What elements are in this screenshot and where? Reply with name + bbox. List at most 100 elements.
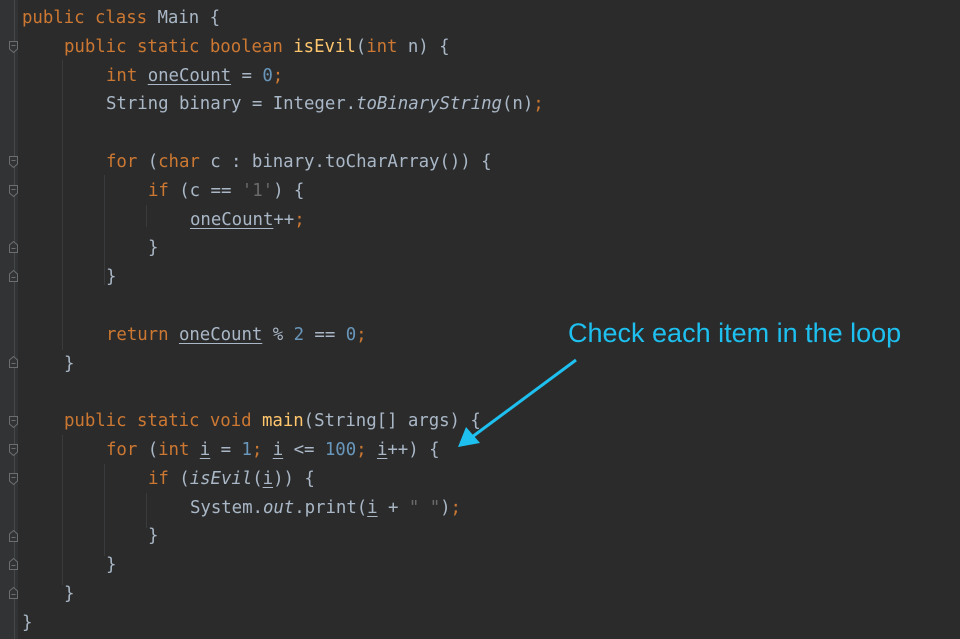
variable: i bbox=[199, 440, 211, 460]
fold-open-icon[interactable] bbox=[9, 444, 18, 456]
code-line: } bbox=[64, 350, 74, 379]
char-literal: '1' bbox=[241, 180, 274, 201]
keyword: public static void bbox=[64, 411, 262, 432]
variable: oneCount bbox=[190, 209, 274, 230]
number-literal: 1 bbox=[241, 440, 252, 460]
string-literal: " " bbox=[408, 497, 441, 518]
code-line: } bbox=[106, 551, 116, 580]
code-text: )) { bbox=[273, 468, 315, 489]
code-text: (c == bbox=[179, 180, 242, 201]
punctuation: ( bbox=[355, 36, 367, 57]
fold-open-icon[interactable] bbox=[9, 156, 18, 168]
code-text: (n) bbox=[501, 94, 534, 115]
static-method-call: toBinaryString bbox=[356, 94, 502, 115]
closing-brace: } bbox=[106, 555, 117, 576]
keyword: if bbox=[148, 468, 180, 489]
code-line: public static void main(String[] args) { bbox=[64, 407, 481, 436]
operator: + bbox=[377, 497, 409, 518]
editor-gutter bbox=[0, 0, 18, 639]
code-text: n) { bbox=[397, 36, 450, 57]
code-line: for (char c : binary.toCharArray()) { bbox=[106, 148, 492, 177]
fold-close-icon[interactable] bbox=[9, 587, 18, 599]
operator: = bbox=[210, 440, 242, 460]
closing-brace: } bbox=[148, 238, 159, 259]
code-line: } bbox=[64, 580, 74, 609]
punctuation: ( bbox=[252, 468, 263, 489]
keyword: int bbox=[106, 65, 148, 86]
code-line: } bbox=[148, 522, 158, 551]
code-line: System.out.print(i + " "); bbox=[190, 494, 461, 523]
punctuation: ( bbox=[179, 468, 190, 489]
number-literal: 0 bbox=[262, 65, 273, 86]
method-declaration: isEvil bbox=[293, 36, 356, 57]
semicolon: ; bbox=[272, 65, 284, 86]
class-name: Main { bbox=[157, 8, 220, 28]
fold-close-icon[interactable] bbox=[9, 270, 18, 282]
closing-brace: } bbox=[22, 612, 33, 633]
operator: == bbox=[304, 324, 346, 345]
semicolon: ; bbox=[450, 497, 461, 518]
operator: <= bbox=[283, 440, 325, 460]
operator: = bbox=[231, 65, 263, 86]
variable: oneCount bbox=[178, 324, 263, 345]
fold-open-icon[interactable] bbox=[9, 41, 18, 53]
closing-brace: } bbox=[64, 584, 75, 604]
keyword: public class bbox=[22, 8, 158, 28]
fold-open-icon[interactable] bbox=[9, 473, 18, 485]
keyword: for bbox=[106, 440, 148, 460]
closing-brace: } bbox=[64, 353, 75, 374]
number-literal: 0 bbox=[345, 324, 357, 345]
fold-close-icon[interactable] bbox=[9, 530, 18, 542]
number-literal: 100 bbox=[324, 440, 357, 460]
closing-brace: } bbox=[106, 267, 117, 288]
static-field: out bbox=[262, 497, 295, 518]
semicolon: ; bbox=[294, 209, 305, 230]
semicolon: ; bbox=[356, 440, 367, 460]
keyword: if bbox=[148, 180, 180, 201]
fold-close-icon[interactable] bbox=[9, 558, 18, 570]
code-line: } bbox=[22, 609, 32, 638]
keyword: int bbox=[158, 440, 190, 460]
code-line: String binary = Integer.toBinaryString(n… bbox=[106, 90, 544, 119]
arrow-icon bbox=[458, 358, 577, 447]
keyword: for bbox=[106, 152, 148, 172]
code-text: c : binary.toCharArray()) { bbox=[199, 152, 492, 172]
method-declaration: main bbox=[261, 411, 304, 432]
variable: i bbox=[376, 440, 388, 460]
code-text: ) { bbox=[273, 180, 305, 201]
code-line: } bbox=[106, 263, 116, 292]
static-method-call: isEvil bbox=[189, 468, 253, 489]
code-line: public static boolean isEvil(int n) { bbox=[64, 33, 450, 62]
punctuation: ( bbox=[147, 440, 159, 460]
code-line: oneCount++; bbox=[190, 206, 305, 235]
code-line: public class Main { bbox=[22, 4, 220, 33]
keyword: public static boolean bbox=[64, 36, 294, 57]
code-text: .print( bbox=[294, 497, 368, 518]
variable: i bbox=[367, 497, 378, 518]
punctuation: ( bbox=[147, 152, 159, 172]
fold-open-icon[interactable] bbox=[9, 185, 18, 197]
variable: oneCount bbox=[147, 65, 232, 86]
variable: i bbox=[272, 440, 284, 460]
code-line: } bbox=[148, 234, 158, 263]
semicolon: ; bbox=[533, 94, 544, 115]
keyword: char bbox=[158, 152, 200, 172]
keyword: return bbox=[106, 324, 179, 345]
closing-brace: } bbox=[148, 526, 159, 547]
operator: ++ bbox=[273, 209, 295, 230]
code-line: for (int i = 1; i <= 100; i++) { bbox=[106, 436, 440, 465]
fold-close-icon[interactable] bbox=[9, 356, 18, 368]
code-line: if (c == '1') { bbox=[148, 177, 304, 206]
operator: % bbox=[262, 324, 294, 345]
fold-open-icon[interactable] bbox=[9, 416, 18, 428]
code-line: if (isEvil(i)) { bbox=[148, 465, 315, 494]
annotation-text: Check each item in the loop bbox=[568, 318, 902, 348]
fold-close-icon[interactable] bbox=[9, 241, 18, 253]
code-line: int oneCount = 0; bbox=[106, 62, 283, 91]
code-line: return oneCount % 2 == 0; bbox=[106, 321, 367, 350]
number-literal: 2 bbox=[293, 324, 305, 345]
code-text: String binary = Integer. bbox=[106, 94, 357, 115]
